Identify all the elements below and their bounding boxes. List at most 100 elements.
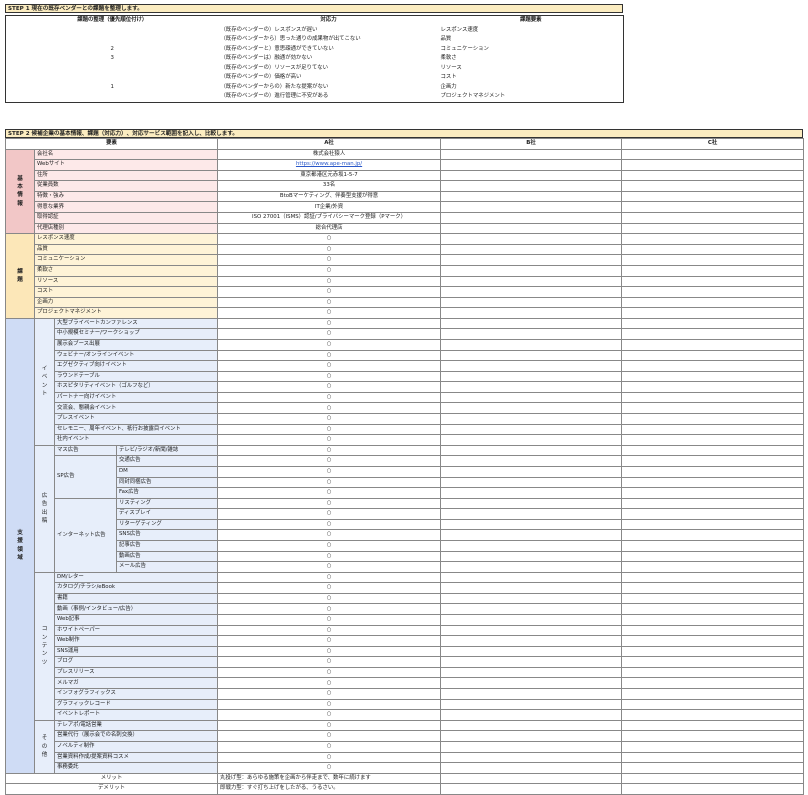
company-c-cell bbox=[621, 159, 805, 171]
event-item-label: 交流会、懇親会イベント bbox=[53, 402, 219, 415]
company-c-cell bbox=[621, 148, 805, 161]
step1-issue: （既存のベンダーの）価格が高い bbox=[220, 74, 302, 81]
company-b-cell bbox=[440, 762, 623, 774]
company-a-cell: ○ bbox=[217, 413, 442, 425]
step1-element: コミュニケーション bbox=[440, 45, 489, 52]
company-c-cell bbox=[621, 603, 805, 615]
step1-element: プロジェクトマネジメント bbox=[440, 93, 506, 100]
company-c-cell bbox=[621, 423, 805, 436]
company-b-cell bbox=[440, 497, 623, 510]
ads-net-row: メール広告 ○ bbox=[6, 561, 805, 573]
company-b-cell bbox=[440, 508, 623, 520]
company-a-cell: ○ bbox=[217, 571, 442, 584]
step1-header-element: 課題要素 bbox=[438, 15, 624, 26]
step1-priority bbox=[6, 73, 219, 83]
company-b-cell bbox=[440, 264, 623, 277]
company-a-cell: ○ bbox=[217, 614, 442, 626]
content-row: Web制作 ○ bbox=[6, 635, 805, 647]
company-b-cell bbox=[440, 307, 623, 319]
company-a-cell: ○ bbox=[217, 740, 442, 753]
issue-label: レスポンス速度 bbox=[33, 233, 219, 245]
company-c-cell bbox=[621, 635, 805, 647]
company-a-cell: ○ bbox=[217, 465, 442, 478]
company-a-cell: ○ bbox=[217, 381, 442, 393]
content-item-label: SNS運用 bbox=[53, 645, 219, 658]
company-c-cell bbox=[621, 614, 805, 626]
company-c-cell bbox=[621, 740, 805, 753]
content-item-label: グラフィックレコード bbox=[53, 698, 219, 711]
company-b-cell bbox=[440, 349, 623, 362]
company-b-cell bbox=[440, 286, 623, 298]
content-item-label: ブログ bbox=[53, 656, 219, 668]
website-link[interactable]: https://www.ape-man.jp/ bbox=[296, 161, 362, 167]
content-row: 書籍 ○ bbox=[6, 592, 805, 605]
company-b-cell bbox=[440, 370, 623, 383]
company-a-cell: ○ bbox=[217, 624, 442, 637]
company-a-cell: ○ bbox=[217, 635, 442, 647]
step1-issue: （既存のベンダーの）リソースが足りてない bbox=[220, 64, 329, 71]
company-c-cell bbox=[621, 169, 805, 182]
step1-row: 1 （既存のベンダーからの）新たな提案がない 企画力 bbox=[6, 83, 624, 93]
company-a-cell: ○ bbox=[217, 751, 442, 764]
event-item-label: 展示会ブース出展 bbox=[53, 339, 219, 351]
ads-net-item: SNS広告 bbox=[115, 529, 219, 541]
step1-element: 企画力 bbox=[440, 83, 457, 90]
company-a-cell: ○ bbox=[217, 275, 442, 288]
event-item-label: 社内イベント bbox=[53, 434, 219, 446]
ads-net-row: SNS広告 ○ bbox=[6, 529, 805, 541]
issue-label: コスト bbox=[33, 286, 219, 298]
ads-group-label: 広 告 出 稿 bbox=[34, 444, 55, 573]
company-c-cell bbox=[621, 518, 805, 531]
company-b-cell bbox=[440, 455, 623, 467]
ads-sp-row: DM ○ bbox=[6, 465, 805, 478]
company-a-cell: ○ bbox=[217, 444, 442, 457]
company-c-cell bbox=[621, 497, 805, 510]
company-a-cell: ○ bbox=[217, 360, 442, 372]
company-b-cell bbox=[440, 751, 623, 764]
other-row: 営業代行（展示会での名刺交換） ○ bbox=[6, 730, 805, 742]
step1-row: 3 （既存のベンダーは）融通が効かない 柔軟さ bbox=[6, 54, 624, 64]
ads-net-label: インターネット広告 bbox=[54, 497, 117, 573]
company-c-cell bbox=[621, 264, 805, 277]
basic-info-row: 得意な業界 IT企業/外資 bbox=[6, 201, 805, 214]
event-row: 交流会、懇親会イベント ○ bbox=[6, 402, 805, 415]
company-c-cell bbox=[621, 434, 805, 446]
step1-row: （既存のベンダーの）レスポンスが遅い レスポンス速度 bbox=[6, 26, 624, 36]
company-a-cell: ○ bbox=[217, 487, 442, 499]
step1-element: 柔軟さ bbox=[440, 55, 457, 62]
content-row: プレスリリース ○ bbox=[6, 666, 805, 679]
event-item-label: パートナー向けイベント bbox=[53, 391, 219, 404]
step1-row: （既存のベンダーの）進行管理に不安がある プロジェクトマネジメント bbox=[6, 92, 624, 102]
company-b-cell bbox=[440, 719, 623, 732]
company-b-cell bbox=[440, 571, 623, 584]
company-b-cell bbox=[440, 561, 623, 573]
company-a-cell: https://www.ape-man.jp/ bbox=[217, 159, 442, 171]
event-row: 中小規模セミナー/ワークショップ ○ bbox=[6, 328, 805, 340]
company-c-cell bbox=[621, 688, 805, 700]
company-b-cell bbox=[440, 582, 623, 594]
content-item-label: Web制作 bbox=[53, 635, 219, 647]
content-item-label: プレスリリース bbox=[53, 666, 219, 679]
company-b-cell bbox=[440, 476, 623, 489]
step1-priority bbox=[6, 26, 219, 36]
company-a-cell: ○ bbox=[217, 698, 442, 711]
step1-table: 課題の整理（優先順位付け） 対応力 課題要素 （既存のベンダーの）レスポンスが遅… bbox=[5, 15, 624, 103]
company-b-cell bbox=[440, 201, 623, 214]
header-company-a: A社 bbox=[217, 138, 442, 150]
content-row: メルマガ ○ bbox=[6, 677, 805, 690]
company-a-cell: ○ bbox=[217, 455, 442, 467]
company-c-cell bbox=[621, 307, 805, 319]
basic-info-label: 住所 bbox=[33, 169, 219, 182]
ads-net-item: リスティング bbox=[115, 497, 219, 510]
company-a-cell: ○ bbox=[217, 370, 442, 383]
company-b-cell bbox=[440, 772, 623, 785]
company-b-cell bbox=[440, 709, 623, 721]
company-b-cell bbox=[440, 677, 623, 690]
basic-info-label: 従業員数 bbox=[33, 180, 219, 192]
company-a-cell: ○ bbox=[217, 666, 442, 679]
company-c-cell bbox=[621, 444, 805, 457]
content-row: ホワイトペーパー ○ bbox=[6, 624, 805, 637]
company-b-cell bbox=[440, 212, 623, 224]
company-a-cell: 33名 bbox=[217, 180, 442, 192]
step1-element: レスポンス速度 bbox=[440, 26, 479, 33]
